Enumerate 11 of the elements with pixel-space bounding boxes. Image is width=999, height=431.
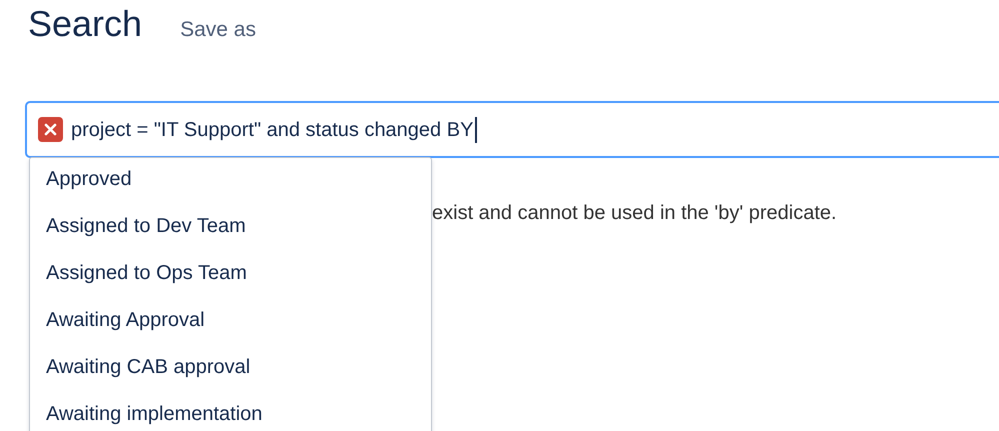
suggestion-item[interactable]: Awaiting CAB approval [30, 353, 431, 400]
suggestion-item[interactable]: Approved [30, 165, 431, 212]
suggestion-item[interactable]: Assigned to Dev Team [30, 212, 431, 259]
suggestion-item[interactable]: Awaiting Approval [30, 306, 431, 353]
suggestion-item[interactable]: Awaiting implementation [30, 400, 431, 431]
suggestion-item[interactable]: Assigned to Ops Team [30, 259, 431, 306]
page-title: Search [28, 2, 142, 46]
save-as-link[interactable]: Save as [180, 14, 256, 46]
error-message: exist and cannot be used in the 'by' predicate. [432, 202, 837, 224]
text-cursor [475, 116, 478, 142]
query-text: project = "IT Support" and status changed BY [71, 118, 474, 142]
